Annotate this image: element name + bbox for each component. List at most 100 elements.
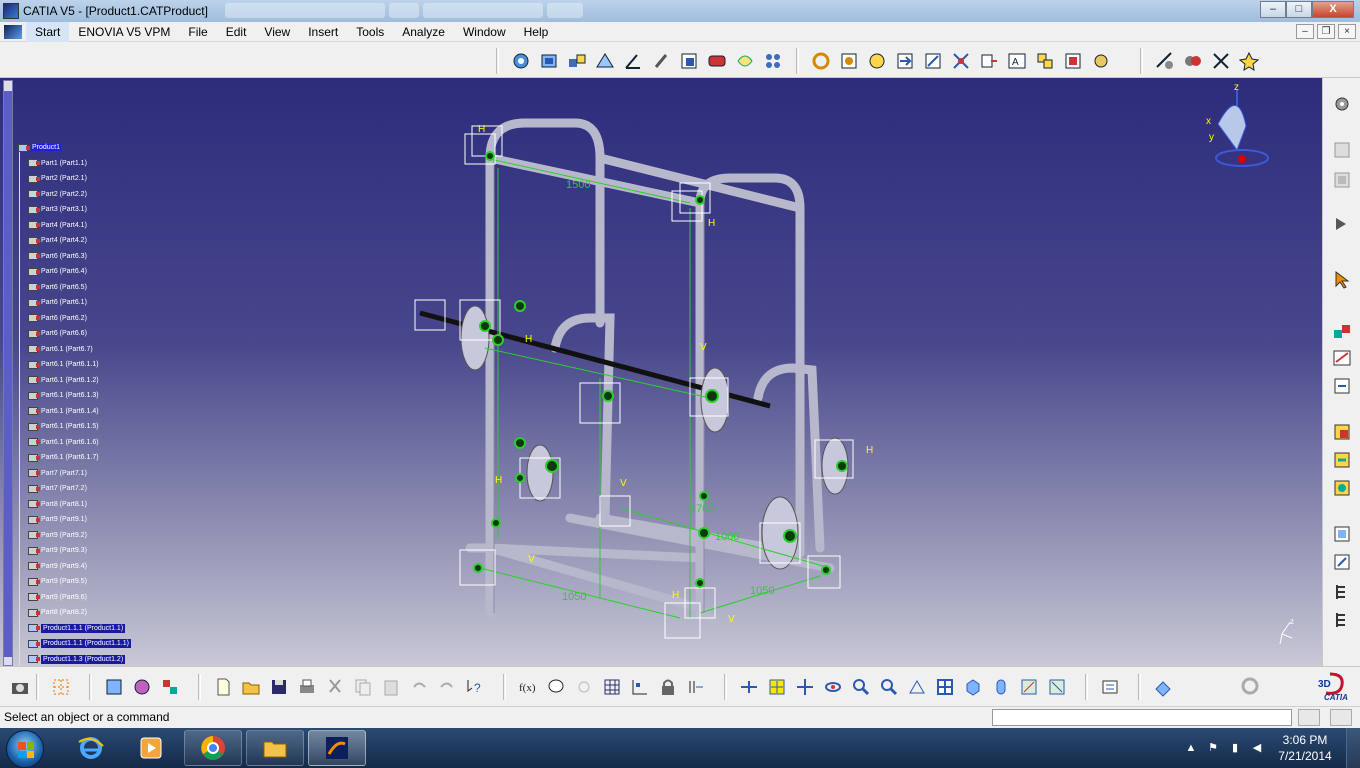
new-icon[interactable] [211,675,235,699]
apply-settings-icon[interactable] [1098,675,1122,699]
dimension-label[interactable]: 1500 [566,179,590,191]
zoom-in-icon[interactable] [849,675,873,699]
toolbar-grip[interactable] [1138,674,1141,700]
product-structure-icon[interactable] [1330,476,1354,500]
tree-item[interactable]: Part1 (Part1.1) [16,156,176,172]
sectioning-icon[interactable] [1209,49,1233,73]
paste-icon[interactable] [379,675,403,699]
tree-item[interactable]: Part4 (Part4.1) [16,218,176,234]
bill-of-material-icon[interactable] [1089,49,1113,73]
dimension-label[interactable]: 1050 [562,591,586,603]
tree-item[interactable]: Part9 (Part9.2) [16,528,176,544]
toolbar-grip[interactable] [89,674,92,700]
rotate-icon[interactable] [821,675,845,699]
clash-icon[interactable] [1181,49,1205,73]
tree-item[interactable]: Part6.1 (Part6.1.6) [16,435,176,451]
maximize-button[interactable]: □ [1286,1,1312,18]
doc-restore-button[interactable]: ❐ [1317,24,1335,39]
graph-tree-icon[interactable] [921,49,945,73]
toolbar-grip[interactable] [496,48,499,74]
explode-icon[interactable] [1330,374,1354,398]
part-design-icon[interactable] [1330,138,1354,162]
tree-item[interactable]: Part6 (Part6.3) [16,249,176,265]
product-icon[interactable] [1330,168,1354,192]
show-desktop-button[interactable] [1346,728,1360,768]
lock-icon[interactable] [656,675,680,699]
close-button[interactable]: X [1312,1,1354,18]
doc-close-button[interactable]: × [1338,24,1356,39]
apply-material-icon[interactable] [158,675,182,699]
tree-item[interactable]: Part6.1 (Part6.1.7) [16,450,176,466]
snap-icon[interactable] [1330,346,1354,370]
toolbar-grip[interactable] [36,674,39,700]
reorder-icon[interactable] [1330,580,1354,604]
dimension-label[interactable]: 1050 [750,585,774,597]
catalog-icon[interactable] [102,675,126,699]
select-icon[interactable] [1330,268,1354,292]
tree-item[interactable]: Part6 (Part6.5) [16,280,176,296]
tree-item[interactable]: Part6.1 (Part6.1.3) [16,388,176,404]
toolbar-grip[interactable] [1085,674,1088,700]
catia-menu-icon[interactable] [4,24,22,39]
3d-viewport[interactable]: 1500 1700 1000 1050 1050 HH HV HV HV VH … [0,78,1322,666]
tree-item[interactable]: Part8 (Part8.1) [16,497,176,513]
save-icon[interactable] [267,675,291,699]
formula-icon[interactable]: f(x) [516,675,540,699]
replace-icon[interactable] [893,49,917,73]
menu-enovia[interactable]: ENOVIA V5 VPM [69,22,179,42]
volume-icon[interactable]: ◀ [1249,740,1265,756]
menu-file[interactable]: File [179,22,216,42]
quick-constraint-icon[interactable] [705,49,729,73]
tree-item[interactable]: Part6 (Part6.4) [16,264,176,280]
tree-subproduct[interactable]: Product1.1.1 (Product1.1.1) [16,636,176,652]
menu-view[interactable]: View [255,22,299,42]
shading-icon[interactable] [989,675,1013,699]
tree-subproduct[interactable]: Product1.1.1 (Product1.1) [16,621,176,637]
toolbar-grip[interactable] [1140,48,1143,74]
menu-window[interactable]: Window [454,22,515,42]
coincidence-icon[interactable] [537,49,561,73]
tree-item[interactable]: Part6.1 (Part6.1.2) [16,373,176,389]
open-icon[interactable] [239,675,263,699]
fix-together-icon[interactable] [677,49,701,73]
cycle-icon[interactable] [1238,674,1262,698]
menu-tools[interactable]: Tools [347,22,393,42]
menu-analyze[interactable]: Analyze [393,22,454,42]
flexible-icon[interactable] [733,49,757,73]
constraints-icon[interactable] [1330,320,1354,344]
compass[interactable]: x y z [1206,82,1269,167]
menu-start[interactable]: Start [26,21,70,42]
measure-icon[interactable] [1153,49,1177,73]
multi-instantiation-icon[interactable] [1033,49,1057,73]
table-icon[interactable] [600,675,624,699]
tree-item[interactable]: Part7 (Part7.2) [16,481,176,497]
toolbar-grip[interactable] [503,674,506,700]
dimension-label[interactable]: 1700 [690,503,714,515]
normal-view-icon[interactable] [905,675,929,699]
internet-explorer-icon[interactable] [62,730,120,766]
capture-icon[interactable] [8,675,32,699]
selective-load-icon[interactable] [977,49,1001,73]
command-cancel-button[interactable] [1330,709,1352,726]
tree-item[interactable]: Part9 (Part9.5) [16,574,176,590]
tree-item[interactable]: Part8 (Part8.2) [16,605,176,621]
angle-icon[interactable] [621,49,645,73]
compass-icon[interactable] [1330,420,1354,444]
update-icon[interactable] [809,49,833,73]
multi-view-icon[interactable] [933,675,957,699]
redo-icon[interactable] [435,675,459,699]
toolbar-grip[interactable] [724,674,727,700]
fit-all-icon[interactable] [765,675,789,699]
knowledge-icon[interactable] [544,675,568,699]
catalog-browser-icon[interactable] [1330,522,1354,546]
cut-icon[interactable] [323,675,347,699]
minimize-button[interactable]: – [1260,1,1286,18]
assembly-constraint-icon[interactable] [509,49,533,73]
components-icon[interactable] [837,49,861,73]
manipulate-icon[interactable] [1330,448,1354,472]
tree-item[interactable]: Part9 (Part9.6) [16,590,176,606]
tree-item[interactable]: Part3 (Part3.1) [16,202,176,218]
tree-item[interactable]: Part4 (Part4.2) [16,233,176,249]
whats-this-icon[interactable]: ? [463,675,487,699]
hide-show-icon[interactable] [1017,675,1041,699]
